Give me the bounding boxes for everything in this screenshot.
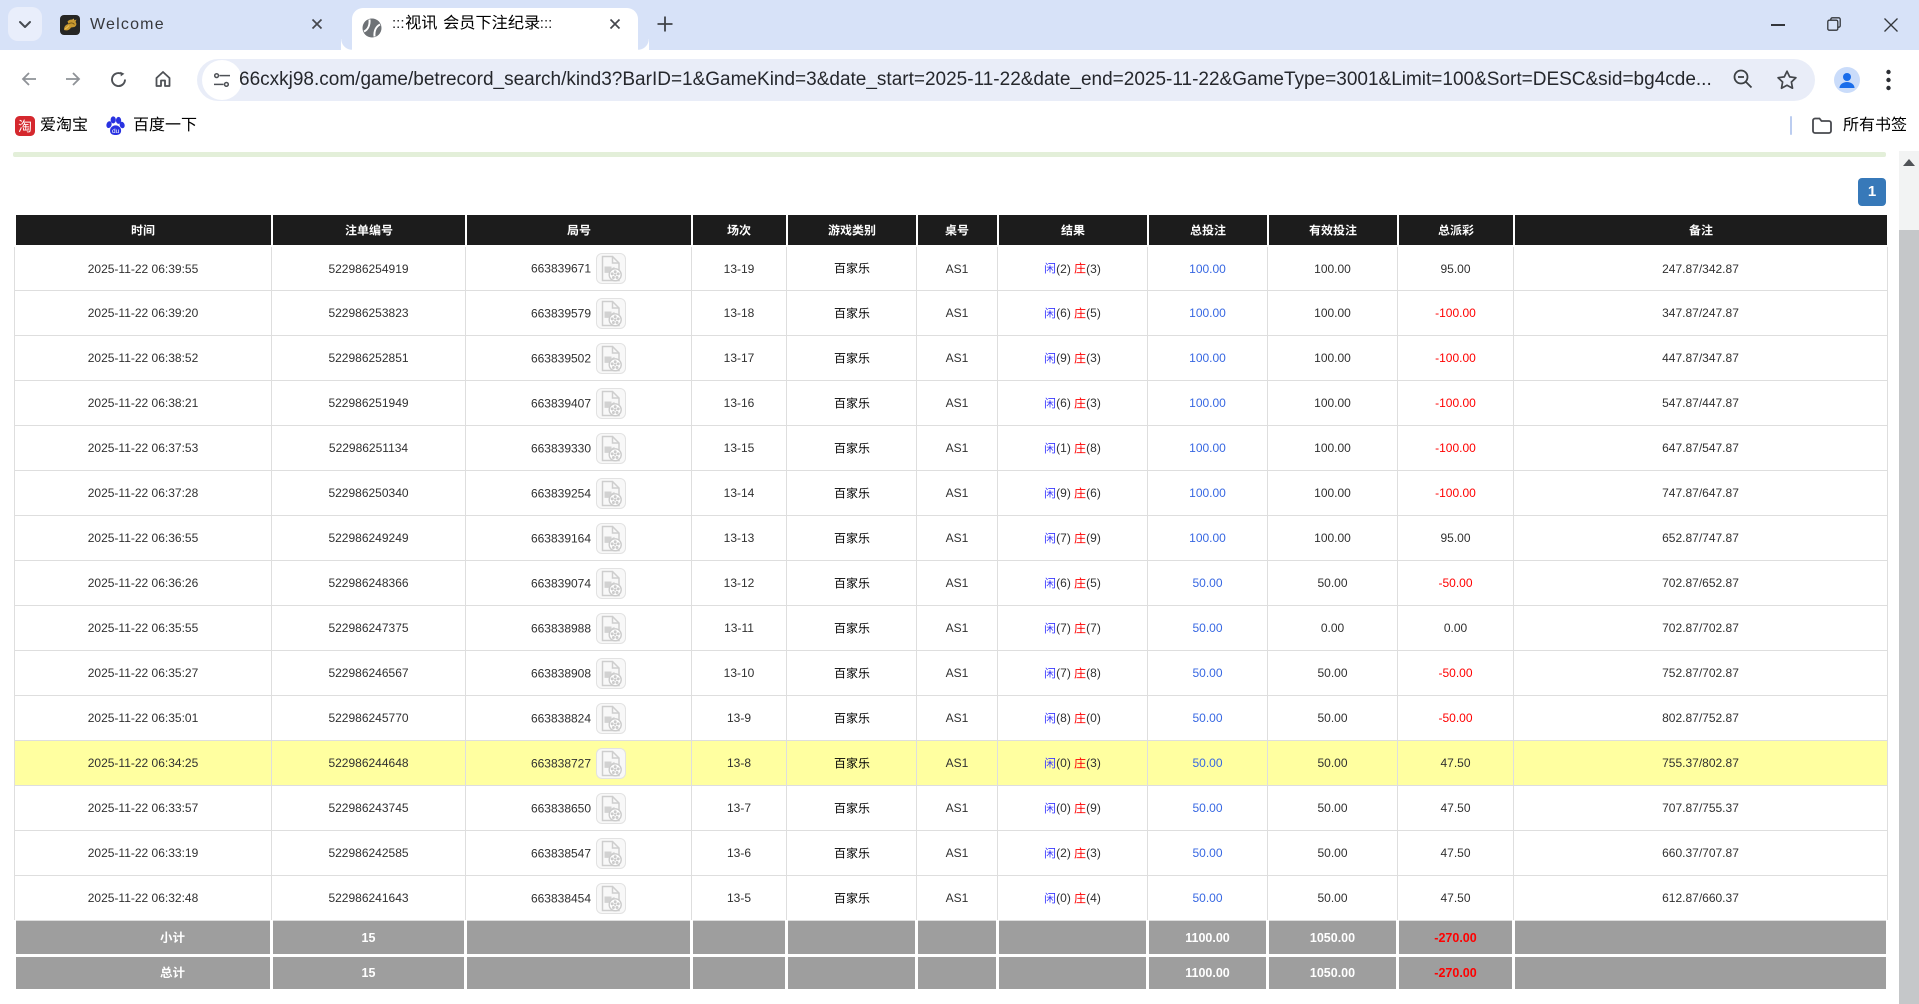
svg-text:du: du: [112, 128, 120, 135]
